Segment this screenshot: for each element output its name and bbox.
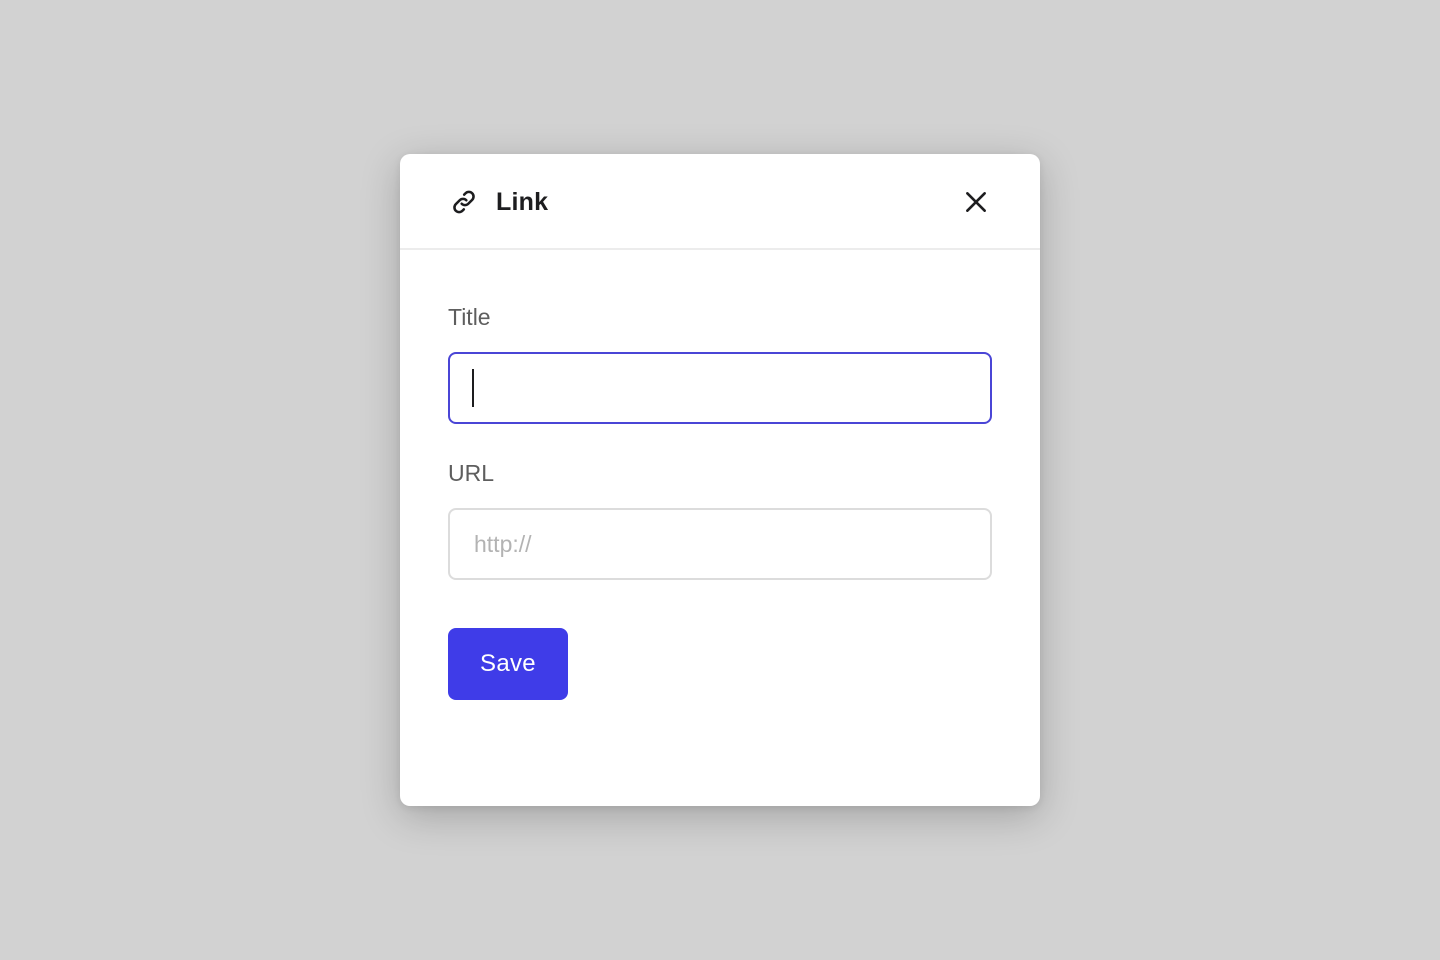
dialog-title: Link [496,188,549,216]
dialog-header: Link [400,154,1040,250]
url-label: URL [448,460,495,486]
text-caret [472,369,474,407]
close-button[interactable] [960,186,992,218]
url-input[interactable] [448,508,992,580]
link-dialog: Link Title URL Save [400,154,1040,806]
save-button[interactable]: Save [448,628,568,700]
title-label: Title [448,304,491,330]
link-icon [453,190,475,214]
close-icon [966,192,986,212]
title-input[interactable] [448,352,992,424]
